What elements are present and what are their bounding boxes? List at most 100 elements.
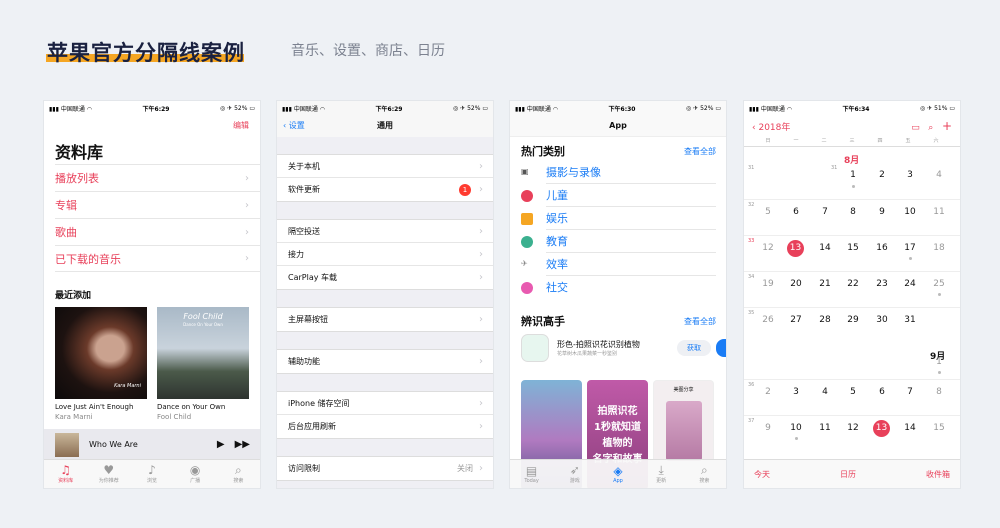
album-art-2[interactable]: Fool Child Dance On Your Own xyxy=(157,307,249,399)
tab-radio[interactable]: ◉ 广播 xyxy=(177,464,213,485)
tab-apps[interactable]: ◈ App xyxy=(600,464,636,484)
calendar-day[interactable]: 12 xyxy=(754,243,782,253)
chevron-right-icon: › xyxy=(245,199,249,211)
calendar-day[interactable]: 18 xyxy=(925,243,953,253)
calendars-button[interactable]: 日历 xyxy=(840,469,856,480)
library-row-songs[interactable]: 歌曲 › xyxy=(55,218,260,245)
calendar-day[interactable]: 9 xyxy=(868,207,896,217)
calendar-day[interactable]: 6 xyxy=(868,387,896,397)
settings-restrictions[interactable]: 访问限制 关闭 › xyxy=(277,457,493,480)
tab-search[interactable]: ⌕ 搜索 xyxy=(686,464,722,485)
back-button[interactable]: ‹ 设置 xyxy=(283,115,305,137)
category-social[interactable]: 社交 xyxy=(510,276,726,299)
calendar-day[interactable]: 8 xyxy=(839,207,867,217)
inbox-button[interactable]: 收件箱 xyxy=(926,469,950,480)
calendar-day[interactable]: 7 xyxy=(811,207,839,217)
category-education[interactable]: 教育 xyxy=(510,230,726,253)
today-marker[interactable]: 13 xyxy=(787,240,804,257)
calendar-day[interactable]: 11 xyxy=(811,423,839,433)
album-title-1[interactable]: Love Just Ain't Enough xyxy=(55,403,133,411)
calendar-day[interactable]: 19 xyxy=(754,279,782,289)
search-icon[interactable]: ⌕ xyxy=(928,123,933,133)
calendar-day[interactable]: 23 xyxy=(868,279,896,289)
calendar-day[interactable]: 5 xyxy=(754,207,782,217)
calendar-day[interactable]: 2 xyxy=(754,387,782,397)
tab-browse[interactable]: ♪ 浏览 xyxy=(134,464,170,485)
forward-icon[interactable]: ▶▶ xyxy=(235,439,250,450)
category-productivity[interactable]: ✈ 效率 xyxy=(510,253,726,276)
calendar-day[interactable]: 1 xyxy=(839,170,867,180)
tab-library[interactable]: ♫ 资料库 xyxy=(48,464,84,485)
settings-storage[interactable]: iPhone 储存空间 › xyxy=(277,392,493,415)
calendar-day[interactable]: 8 xyxy=(925,387,953,397)
tab-bar: ♫ 资料库 ♥ 为你推荐 ♪ 浏览 ◉ 广播 ⌕ 搜索 xyxy=(44,459,260,488)
calendar-day[interactable]: 11 xyxy=(925,207,953,217)
library-row-playlists[interactable]: 播放列表 › xyxy=(55,164,260,191)
settings-carplay[interactable]: CarPlay 车载 › xyxy=(277,266,493,289)
app-row[interactable]: 形色-拍照识花识别植物 花草树木瓜果蔬菜一秒鉴别 获取 xyxy=(510,331,726,365)
calendar-day[interactable]: 20 xyxy=(782,279,810,289)
calendar-day[interactable]: 6 xyxy=(782,207,810,217)
settings-software-update[interactable]: 软件更新 1 › xyxy=(277,178,493,201)
calendar-day[interactable]: 30 xyxy=(868,315,896,325)
calendar-day[interactable]: 28 xyxy=(811,315,839,325)
calendar-day[interactable]: 31 xyxy=(896,315,924,325)
category-kids[interactable]: 儿童 xyxy=(510,184,726,207)
calendar-day[interactable]: 7 xyxy=(896,387,924,397)
calendar-day[interactable]: 10 xyxy=(782,423,810,433)
calendar-day[interactable]: 15 xyxy=(839,243,867,253)
calendar-day[interactable]: 27 xyxy=(782,315,810,325)
settings-about[interactable]: 关于本机 › xyxy=(277,155,493,178)
library-row-downloaded[interactable]: 已下载的音乐 › xyxy=(55,245,260,272)
calendar-day[interactable]: 14 xyxy=(896,423,924,433)
calendar-day[interactable]: 3 xyxy=(782,387,810,397)
calendar-day[interactable]: 1 xyxy=(925,357,953,367)
album-art-1[interactable]: Kara Marni xyxy=(55,307,147,399)
calendar-day[interactable]: 22 xyxy=(839,279,867,289)
list-icon[interactable]: ▭ xyxy=(911,123,920,133)
calendar-day[interactable]: 9 xyxy=(754,423,782,433)
calendar-day[interactable]: 26 xyxy=(754,315,782,325)
calendar-day[interactable]: 4 xyxy=(925,170,953,180)
mini-player[interactable]: Who We Are ▶ ▶▶ xyxy=(44,429,260,460)
today-marker[interactable]: 13 xyxy=(873,420,890,437)
calendar-day[interactable]: 14 xyxy=(811,243,839,253)
back-to-year-button[interactable]: ‹ 2018年 xyxy=(752,120,790,133)
tab-games[interactable]: ➶ 游戏 xyxy=(557,464,593,485)
calendar-day[interactable]: 17 xyxy=(896,243,924,253)
settings-airdrop[interactable]: 隔空投送 › xyxy=(277,220,493,243)
settings-home-button[interactable]: 主屏幕按钮 › xyxy=(277,308,493,331)
calendar-day[interactable]: 4 xyxy=(811,387,839,397)
album-title-2[interactable]: Dance on Your Own xyxy=(157,403,225,411)
calendar-day[interactable]: 15 xyxy=(925,423,953,433)
see-all-link[interactable]: 查看全部 xyxy=(684,146,716,157)
category-photo[interactable]: ▣ 摄影与录像 xyxy=(510,161,726,184)
today-button[interactable]: 今天 xyxy=(754,469,770,480)
tab-search[interactable]: ⌕ 搜索 xyxy=(220,464,256,485)
calendar-day[interactable]: 29 xyxy=(839,315,867,325)
calendar-week-row: 36 2 3 4 5 6 7 8 xyxy=(744,379,960,415)
add-icon[interactable]: + xyxy=(942,119,952,133)
calendar-day[interactable]: 3 xyxy=(896,170,924,180)
music-screen: ▮▮▮ 中国联通 ◠ 下午6:29 ◎ ✈ 52% ▭ 编辑 资料库 播放列表 › 专… xyxy=(44,101,260,488)
get-button[interactable]: 获取 xyxy=(677,340,711,356)
see-all-link-2[interactable]: 查看全部 xyxy=(684,316,716,327)
calendar-day[interactable]: 12 xyxy=(839,423,867,433)
tab-for-you[interactable]: ♥ 为你推荐 xyxy=(91,464,127,485)
tab-updates[interactable]: ⤓ 更新 xyxy=(643,464,679,485)
calendar-day[interactable]: 25 xyxy=(925,279,953,289)
calendar-day[interactable]: 2 xyxy=(868,170,896,180)
settings-accessibility[interactable]: 辅助功能 › xyxy=(277,350,493,373)
library-row-albums[interactable]: 专辑 › xyxy=(55,191,260,218)
settings-handoff[interactable]: 接力 › xyxy=(277,243,493,266)
tab-today[interactable]: ▤ Today xyxy=(514,464,550,484)
category-entertainment[interactable]: 娱乐 xyxy=(510,207,726,230)
calendar-day[interactable]: 24 xyxy=(896,279,924,289)
edit-button[interactable]: 编辑 xyxy=(233,120,249,131)
play-icon[interactable]: ▶ xyxy=(217,439,225,450)
calendar-day[interactable]: 10 xyxy=(896,207,924,217)
calendar-day[interactable]: 5 xyxy=(839,387,867,397)
calendar-day[interactable]: 16 xyxy=(868,243,896,253)
settings-background-refresh[interactable]: 后台应用刷新 › xyxy=(277,415,493,438)
calendar-day[interactable]: 21 xyxy=(811,279,839,289)
